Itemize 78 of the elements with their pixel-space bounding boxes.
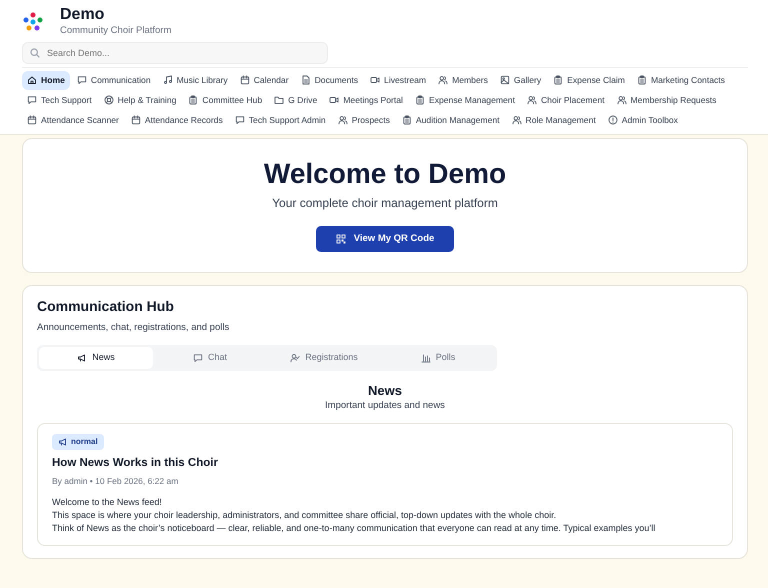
nav-item[interactable]: Livestream — [365, 70, 432, 90]
post-text: Think of News as the choir’s noticeboard — clear, reliable, and one-to-many communication that everyone can read at any time. Typical examples you’ll — [52, 522, 656, 535]
post-text: Welcome to the News feed! — [52, 496, 163, 509]
tab[interactable]: Registrations — [267, 347, 381, 369]
home-icon — [27, 75, 37, 86]
nav-item[interactable]: Committee Hub — [183, 90, 268, 110]
chat-bubble-icon — [76, 75, 87, 86]
nav-item[interactable]: Role Management — [506, 110, 601, 130]
search-field[interactable]: Search Demo... — [22, 42, 328, 64]
image-icon — [500, 75, 510, 86]
tab[interactable]: Polls — [381, 347, 495, 369]
users-icon — [616, 95, 626, 106]
nav-item[interactable]: Tech Support — [22, 90, 97, 110]
folder-icon — [274, 95, 284, 106]
post-meta: By admin • 10 Feb 2026, 6:22 am — [52, 475, 180, 488]
qr-code-button[interactable]: View My QR Code — [316, 226, 454, 252]
nav-item[interactable]: Communication — [72, 70, 156, 90]
lifebuoy-icon — [104, 95, 114, 106]
section-title: News — [367, 382, 403, 398]
nav-item[interactable]: Marketing Contacts — [632, 70, 730, 90]
search-icon — [30, 48, 40, 58]
music-note-icon — [162, 75, 173, 86]
clipboard-icon — [188, 95, 198, 106]
nav-item[interactable]: Calendar — [234, 70, 294, 90]
document-icon — [300, 75, 311, 86]
calendar-icon — [27, 115, 37, 126]
post-text: This space is where your choir leadership, administrators, and committee share official, top-down updates with the whole choir. — [52, 508, 558, 522]
section-subtitle: Important updates and news — [324, 398, 446, 412]
choir-logo-icon — [22, 10, 44, 33]
post-title: How News Works in this Choir — [52, 457, 219, 472]
nav-item[interactable]: Tech Support Admin — [230, 110, 331, 130]
nav-item[interactable]: Music Library — [158, 70, 233, 90]
nav-item[interactable]: Choir Placement — [522, 90, 610, 110]
nav-item[interactable]: Audition Management — [396, 110, 505, 130]
megaphone-icon — [77, 353, 88, 364]
users-icon — [338, 115, 348, 126]
tab[interactable]: News — [39, 347, 153, 369]
nav-item[interactable]: Attendance Scanner — [22, 110, 124, 130]
brand-title: Demo — [60, 6, 106, 24]
nav-item[interactable]: Meetings Portal — [324, 90, 408, 110]
users-icon — [526, 95, 537, 106]
chat-bubble-icon — [27, 95, 37, 106]
user-check-icon — [290, 353, 300, 364]
video-camera-icon — [329, 95, 340, 106]
nav-item[interactable]: Attendance Records — [126, 110, 228, 130]
welcome-title: Welcome to Demo — [262, 156, 508, 190]
nav-item[interactable]: Gallery — [494, 70, 546, 90]
priority-tag: normal — [52, 434, 104, 450]
nav-item[interactable]: G Drive — [269, 90, 322, 110]
hub-subtitle: Announcements, chat, registrations, and polls — [37, 321, 230, 336]
clipboard-icon — [553, 75, 564, 86]
calendar-icon — [130, 115, 141, 126]
qr-code-icon — [336, 234, 346, 244]
chat-bubble-icon — [234, 115, 245, 126]
clipboard-icon — [636, 75, 647, 86]
nav-item[interactable]: Prospects — [332, 110, 395, 130]
info-icon — [608, 115, 618, 126]
tab[interactable]: Chat — [153, 347, 267, 369]
bar-chart-icon — [420, 353, 431, 364]
clipboard-icon — [414, 95, 425, 106]
video-camera-icon — [370, 75, 380, 86]
calendar-icon — [240, 75, 250, 86]
welcome-subtitle: Your complete choir management platform — [271, 195, 499, 212]
nav-item[interactable]: Admin Toolbox — [602, 110, 683, 130]
nav-item[interactable]: Expense Claim — [548, 70, 630, 90]
chat-bubble-icon — [192, 353, 203, 364]
nav-item[interactable]: Expense Management — [410, 90, 520, 110]
nav-item[interactable]: Documents — [296, 70, 364, 90]
hub-title: Communication Hub — [37, 298, 175, 316]
nav-item[interactable]: Home — [22, 70, 70, 90]
nav-item[interactable]: Membership Requests — [612, 90, 722, 110]
brand-subtitle: Community Choir Platform — [60, 24, 172, 38]
nav-item[interactable]: Members — [433, 70, 493, 90]
nav-item[interactable]: Help & Training — [98, 90, 182, 110]
clipboard-icon — [402, 115, 412, 126]
megaphone-icon — [58, 436, 68, 447]
users-icon — [512, 115, 522, 126]
users-icon — [438, 75, 448, 86]
